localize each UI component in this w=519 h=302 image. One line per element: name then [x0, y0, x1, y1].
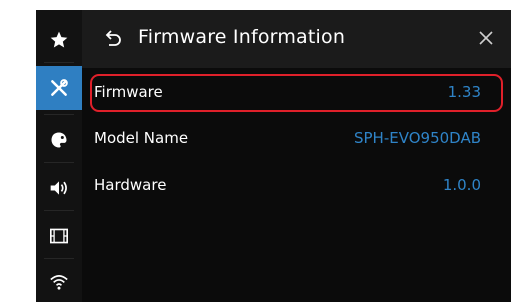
- speaker-icon: [50, 181, 67, 195]
- star-icon: [50, 31, 68, 48]
- sidebar-item-theme[interactable]: [36, 118, 82, 162]
- list-item-model-name[interactable]: Model Name SPH-EVO950DAB: [90, 120, 503, 158]
- back-button[interactable]: [100, 26, 124, 50]
- list-item-hardware[interactable]: Hardware 1.0.0: [90, 167, 503, 205]
- header-bar: Firmware Information: [82, 10, 511, 68]
- info-list: Firmware 1.33 Model Name SPH-EVO950DAB H…: [82, 68, 511, 302]
- sidebar-item-favorites[interactable]: [36, 18, 82, 62]
- tools-icon: [51, 79, 68, 96]
- device-screen: Firmware Information Firmware 1.33 Model…: [36, 10, 511, 302]
- sidebar-item-system[interactable]: [36, 66, 82, 110]
- firmware-label: Firmware: [94, 83, 163, 101]
- sidebar-item-video[interactable]: [36, 214, 82, 258]
- sidebar: [36, 10, 82, 302]
- list-item-firmware[interactable]: Firmware 1.33: [90, 74, 503, 112]
- wifi-icon: [50, 275, 68, 290]
- page-title: Firmware Information: [138, 26, 346, 48]
- hardware-label: Hardware: [94, 176, 167, 194]
- palette-icon: [51, 132, 67, 148]
- back-arrow-icon: [105, 30, 121, 46]
- firmware-value: 1.33: [447, 83, 481, 101]
- hardware-value: 1.0.0: [442, 176, 481, 194]
- model-name-value: SPH-EVO950DAB: [353, 129, 481, 147]
- close-icon: [479, 31, 493, 45]
- sidebar-item-wireless[interactable]: [36, 260, 82, 302]
- close-button[interactable]: [477, 29, 495, 47]
- sidebar-item-audio[interactable]: [36, 166, 82, 210]
- model-name-label: Model Name: [94, 129, 189, 147]
- film-icon: [50, 228, 68, 244]
